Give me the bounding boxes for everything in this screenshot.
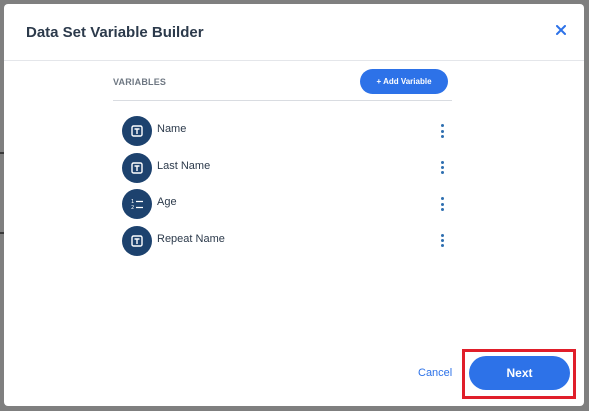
kebab-dot-icon	[440, 244, 444, 248]
svg-text:2: 2	[131, 205, 134, 211]
variable-item-name: Name	[122, 114, 454, 151]
close-button[interactable]	[552, 21, 570, 39]
variable-name-label: Repeat Name	[157, 232, 225, 245]
variable-menu-button[interactable]	[434, 192, 450, 216]
kebab-dot-icon	[440, 202, 444, 206]
variable-menu-button[interactable]	[434, 119, 450, 143]
dialog-header: Data Set Variable Builder	[4, 4, 584, 61]
text-field-icon	[122, 152, 152, 183]
variables-label: VARIABLES	[113, 77, 167, 87]
variable-name-label: Age	[157, 196, 177, 208]
kebab-dot-icon	[440, 160, 444, 164]
dialog-title: Data Set Variable Builder	[26, 24, 204, 41]
kebab-dot-icon	[440, 171, 444, 175]
variables-section-header: VARIABLES + Add Variable	[113, 68, 452, 101]
close-icon	[556, 25, 566, 35]
kebab-dot-icon	[440, 239, 444, 242]
numbered-list-icon: 1 2	[122, 189, 152, 219]
variable-list: Name Last Name 1 2 Age Repeat Name	[122, 114, 454, 260]
add-variable-button[interactable]: + Add Variable	[360, 69, 448, 94]
variable-item-age: 1 2 Age	[122, 187, 454, 224]
kebab-dot-icon	[440, 197, 444, 201]
kebab-dot-icon	[440, 166, 444, 169]
variable-item-repeat-name: Repeat Name	[122, 224, 454, 261]
kebab-dot-icon	[440, 129, 444, 133]
kebab-dot-icon	[440, 124, 444, 128]
variable-item-last-name: Last Name	[122, 151, 454, 188]
kebab-dot-icon	[440, 207, 444, 211]
text-field-icon	[122, 225, 152, 256]
variable-menu-button[interactable]	[434, 156, 450, 180]
variable-builder-dialog: Data Set Variable Builder VARIABLES + Ad…	[4, 4, 584, 406]
kebab-dot-icon	[440, 233, 444, 237]
next-button[interactable]: Next	[469, 356, 570, 390]
variable-name-label: Name	[157, 123, 187, 135]
cancel-button[interactable]: Cancel	[418, 367, 452, 379]
kebab-dot-icon	[440, 134, 444, 138]
variable-menu-button[interactable]	[434, 229, 450, 253]
variable-name-label: Last Name	[157, 159, 211, 172]
text-field-icon	[122, 116, 152, 146]
